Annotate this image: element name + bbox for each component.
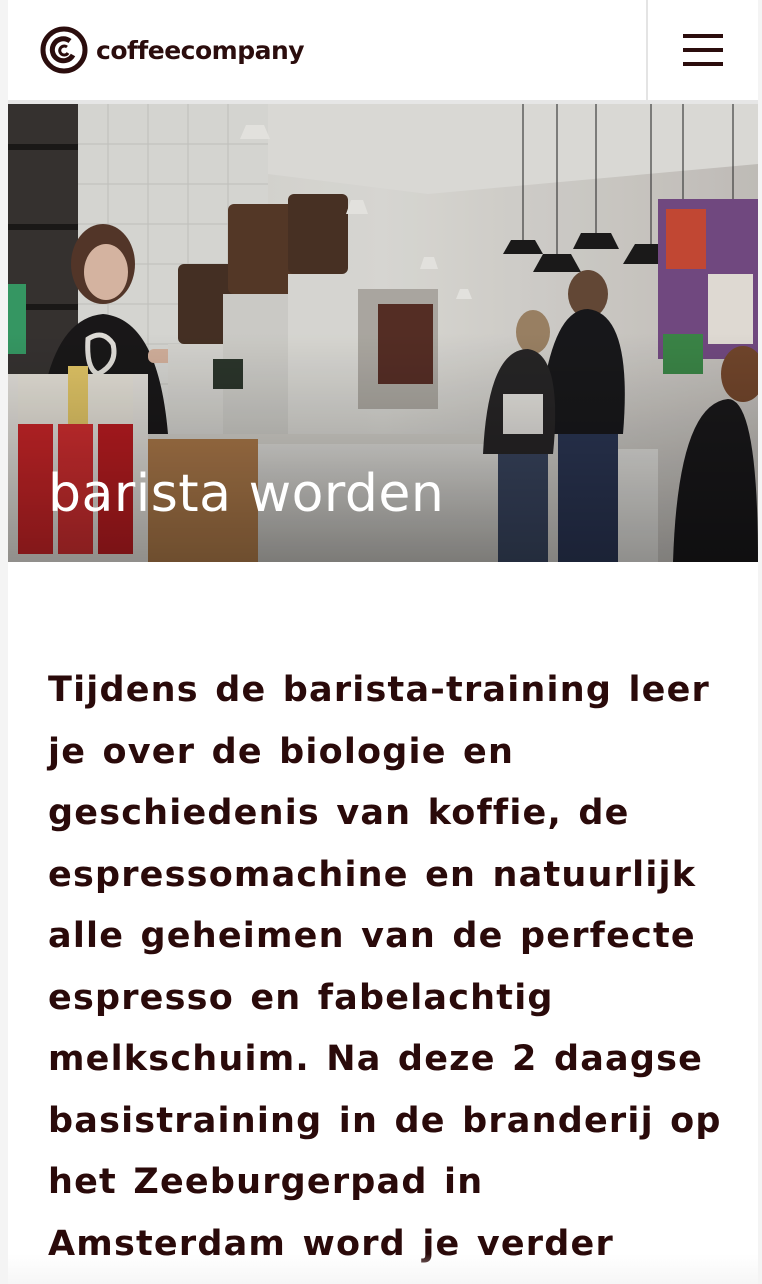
coffeecompany-logo-icon [40,26,88,74]
hero-banner: barista worden [8,104,758,562]
logo[interactable]: coffeecompany [40,24,305,76]
page: coffeecompany barista worden Tijdens de … [8,0,758,1284]
logo-text: coffeecompany [96,35,305,65]
hero-title: barista worden [48,464,445,524]
bottom-fade [8,1254,758,1284]
intro-paragraph: Tijdens de barista-training leer je over… [48,670,722,1264]
hamburger-menu-icon [683,34,723,66]
site-header: coffeecompany [8,0,758,100]
menu-button[interactable] [648,0,758,100]
